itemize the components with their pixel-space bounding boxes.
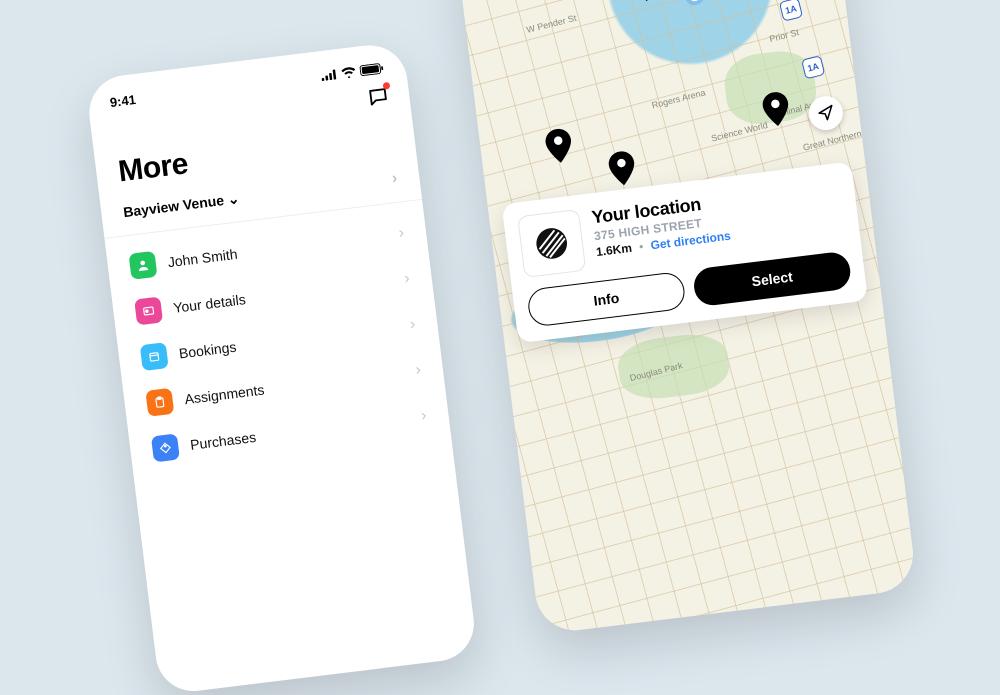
chevron-right-icon: › bbox=[391, 170, 398, 189]
phone-map-screen: W Pender St Prior St Terminal Ave Great … bbox=[455, 0, 917, 635]
battery-icon bbox=[359, 62, 385, 80]
notification-dot-icon bbox=[383, 82, 391, 90]
info-button[interactable]: Info bbox=[526, 271, 686, 328]
signal-icon bbox=[320, 67, 338, 84]
chevron-right-icon: › bbox=[409, 316, 416, 335]
venue-name: Bayview Venue bbox=[122, 192, 224, 220]
map-pin-icon[interactable] bbox=[761, 91, 791, 128]
location-thumbnail bbox=[517, 209, 586, 278]
calendar-icon bbox=[140, 342, 169, 371]
chevron-down-icon: ⌄ bbox=[227, 190, 241, 207]
separator: • bbox=[638, 239, 644, 253]
wifi-icon bbox=[340, 65, 357, 82]
select-button[interactable]: Select bbox=[692, 250, 852, 307]
clipboard-icon bbox=[145, 388, 174, 417]
phone-more-screen: 9:41 More Bayview Venue ⌄ › John Smith ›… bbox=[85, 41, 478, 695]
chevron-right-icon: › bbox=[398, 224, 405, 243]
tag-icon bbox=[151, 433, 180, 462]
messages-button[interactable] bbox=[366, 84, 391, 109]
id-card-icon bbox=[134, 296, 163, 325]
more-menu-list: John Smith › Your details › Bookings › A… bbox=[105, 208, 451, 475]
map-pin-icon[interactable] bbox=[607, 150, 637, 187]
status-time: 9:41 bbox=[109, 92, 137, 110]
chevron-right-icon: › bbox=[414, 361, 421, 380]
person-icon bbox=[129, 251, 158, 280]
chevron-right-icon: › bbox=[403, 270, 410, 289]
location-distance: 1.6Km bbox=[595, 241, 632, 259]
map-pin-icon[interactable] bbox=[544, 127, 574, 164]
map-view[interactable]: W Pender St Prior St Terminal Ave Great … bbox=[455, 0, 917, 635]
chevron-right-icon: › bbox=[420, 407, 427, 426]
